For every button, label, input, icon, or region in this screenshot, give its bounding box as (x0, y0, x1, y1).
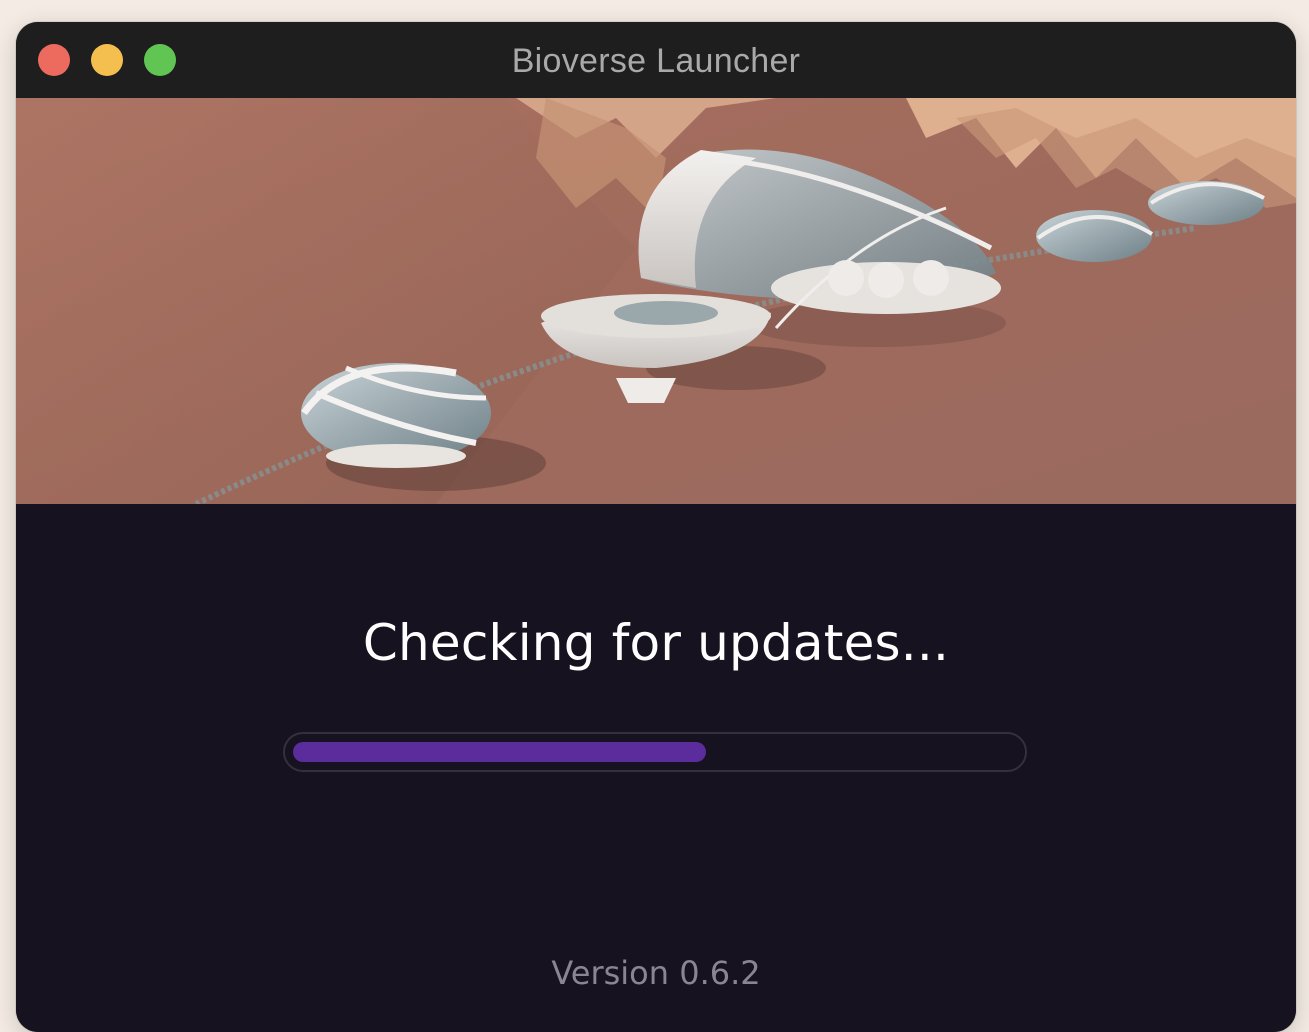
title-bar[interactable]: Bioverse Launcher (16, 22, 1296, 98)
launcher-window: Bioverse Launcher Checking for updates..… (16, 22, 1296, 1032)
progress-fill (293, 742, 706, 762)
version-label: Version 0.6.2 (551, 954, 761, 992)
progress-bar (283, 732, 1027, 772)
window-title: Bioverse Launcher (511, 42, 801, 80)
update-panel: Checking for updates... Version 0.6.2 (16, 504, 1296, 1032)
status-message: Checking for updates... (362, 614, 950, 672)
hero-image (16, 98, 1296, 504)
